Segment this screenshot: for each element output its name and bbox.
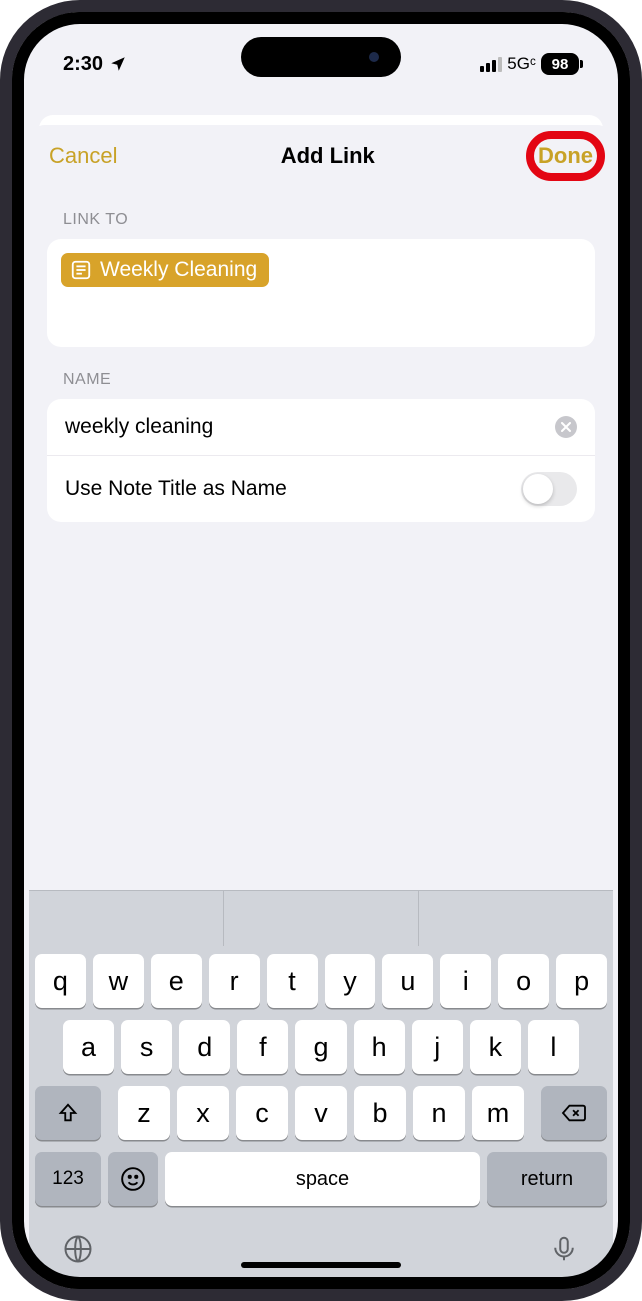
key-o[interactable]: o [498,954,549,1008]
key-c[interactable]: c [236,1086,288,1140]
key-v[interactable]: v [295,1086,347,1140]
linked-note-chip[interactable]: Weekly Cleaning [61,253,269,287]
key-w[interactable]: w [93,954,144,1008]
key-z[interactable]: z [118,1086,170,1140]
accessory-segment[interactable] [224,891,419,946]
key-e[interactable]: e [151,954,202,1008]
name-card: Use Note Title as Name [47,399,595,522]
key-b[interactable]: b [354,1086,406,1140]
location-icon [109,55,127,73]
key-a[interactable]: a [63,1020,114,1074]
key-t[interactable]: t [267,954,318,1008]
cancel-button[interactable]: Cancel [49,143,117,169]
dictation-icon[interactable] [549,1234,579,1264]
key-k[interactable]: k [470,1020,521,1074]
key-q[interactable]: q [35,954,86,1008]
globe-icon[interactable] [63,1234,93,1264]
emoji-key[interactable] [108,1152,158,1206]
key-j[interactable]: j [412,1020,463,1074]
battery-indicator: 98 [541,53,579,75]
cellular-signal-icon [480,57,502,72]
key-p[interactable]: p [556,954,607,1008]
done-button[interactable]: Done [538,143,593,168]
key-m[interactable]: m [472,1086,524,1140]
modal-title: Add Link [281,143,375,169]
use-title-toggle-label: Use Note Title as Name [65,477,287,501]
use-title-toggle[interactable] [521,472,577,506]
key-r[interactable]: r [209,954,260,1008]
shift-icon [57,1102,79,1124]
key-n[interactable]: n [413,1086,465,1140]
key-l[interactable]: l [528,1020,579,1074]
numbers-key[interactable]: 123 [35,1152,101,1206]
key-y[interactable]: y [325,954,376,1008]
key-g[interactable]: g [295,1020,346,1074]
clear-name-button[interactable] [555,416,577,438]
backspace-icon [561,1102,587,1124]
backspace-key[interactable] [541,1086,607,1140]
key-i[interactable]: i [440,954,491,1008]
home-indicator[interactable] [241,1262,401,1268]
accessory-segment[interactable] [29,891,224,946]
key-d[interactable]: d [179,1020,230,1074]
emoji-icon [120,1166,146,1192]
dynamic-island [241,37,401,77]
modal-navbar: Cancel Add Link Done [29,125,613,187]
key-f[interactable]: f [237,1020,288,1074]
shift-key[interactable] [35,1086,101,1140]
network-label: 5Gᶜ [507,54,536,74]
return-key[interactable]: return [487,1152,607,1206]
key-s[interactable]: s [121,1020,172,1074]
space-key[interactable]: space [165,1152,480,1206]
accessory-segment[interactable] [419,891,613,946]
linkto-section-label: LINK TO [29,187,613,239]
key-h[interactable]: h [354,1020,405,1074]
key-x[interactable]: x [177,1086,229,1140]
add-link-modal: Cancel Add Link Done LINK TO Weekly Clea… [29,125,613,1278]
linkto-card[interactable]: Weekly Cleaning [47,239,595,347]
name-input[interactable] [65,415,555,439]
status-time: 2:30 [63,53,103,76]
close-icon [561,422,571,432]
note-icon [70,259,92,281]
linked-note-name: Weekly Cleaning [100,258,257,282]
name-section-label: NAME [29,347,613,399]
keyboard: qwertyuiop asdfghjkl zxcvbnm 123 [29,890,613,1278]
key-u[interactable]: u [382,954,433,1008]
keyboard-accessory-bar [29,890,613,946]
